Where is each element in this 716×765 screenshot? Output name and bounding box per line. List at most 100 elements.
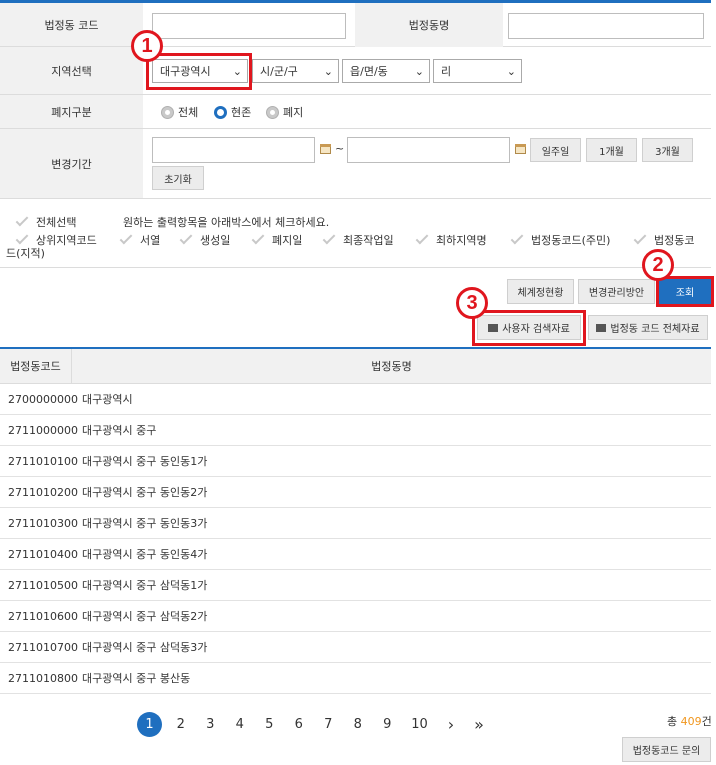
calendar-icon[interactable] bbox=[515, 144, 526, 154]
check-icon bbox=[15, 231, 29, 245]
one-week-button[interactable]: 일주일 bbox=[530, 138, 581, 162]
row-name: 대구광역시 중구 동인동1가 bbox=[82, 455, 208, 468]
page-button[interactable]: 3 bbox=[196, 717, 226, 732]
table-row[interactable]: 2700000000 대구광역시 bbox=[0, 384, 711, 415]
check-icon bbox=[179, 231, 193, 245]
region-label: 지역선택 bbox=[0, 47, 143, 94]
check-icon bbox=[15, 213, 29, 227]
radio-all[interactable]: 전체 bbox=[161, 104, 198, 120]
page-button[interactable]: 10 bbox=[402, 717, 437, 732]
last-page-icon[interactable]: » bbox=[465, 715, 493, 734]
table-row[interactable]: 2711010600 대구광역시 중구 삼덕동2가 bbox=[0, 601, 711, 632]
page-button-current[interactable]: 1 bbox=[137, 712, 162, 737]
checkbox-select-all[interactable]: 전체선택 bbox=[14, 213, 76, 230]
next-page-icon[interactable]: › bbox=[437, 715, 465, 734]
calendar-icon[interactable] bbox=[320, 144, 331, 154]
row-code: 2711000000 bbox=[8, 423, 78, 437]
row-code: 2700000000 bbox=[8, 392, 78, 406]
name-input[interactable] bbox=[508, 13, 704, 39]
table-row[interactable]: 2711010400 대구광역시 중구 동인동4가 bbox=[0, 539, 711, 570]
radio-abolished[interactable]: 폐지 bbox=[266, 104, 303, 120]
row-code: 2711010300 bbox=[8, 516, 78, 530]
region-row: 지역선택 대구광역시 ⌄ 시/군/구 ⌄ 읍/면/동 ⌄ 리 ⌄ bbox=[0, 47, 711, 95]
highlight-box-3 bbox=[472, 310, 586, 346]
table-row[interactable]: 2711010700 대구광역시 중구 삼덕동3가 bbox=[0, 632, 711, 663]
table-row[interactable]: 2711010800 대구광역시 중구 봉산동 bbox=[0, 663, 711, 694]
total-count: 총 409건 bbox=[667, 715, 712, 728]
column-wrap-text: 드(지적) bbox=[6, 247, 45, 260]
page-button[interactable]: 2 bbox=[166, 717, 196, 732]
row-name: 대구광역시 중구 삼덕동2가 bbox=[82, 610, 208, 623]
code-inquiry-button[interactable]: 법정동코드 문의 bbox=[622, 737, 711, 762]
checkbox-column[interactable]: 법정동코 bbox=[632, 231, 694, 248]
checkbox-column[interactable]: 생성일 bbox=[178, 231, 230, 248]
abolish-label: 폐지구분 bbox=[0, 95, 143, 128]
three-month-button[interactable]: 3개월 bbox=[642, 138, 693, 162]
check-icon bbox=[119, 231, 133, 245]
checkbox-column[interactable]: 폐지일 bbox=[250, 231, 302, 248]
checkbox-column[interactable]: 최종작업일 bbox=[321, 231, 394, 248]
start-date-input[interactable] bbox=[152, 137, 315, 163]
code-input[interactable] bbox=[152, 13, 346, 39]
chevron-down-icon: ⌄ bbox=[323, 65, 333, 78]
row-code: 2711010100 bbox=[8, 454, 78, 468]
table-row[interactable]: 2711000000 대구광역시 중구 bbox=[0, 415, 711, 446]
row-name: 대구광역시 중구 삼덕동3가 bbox=[82, 641, 208, 654]
sigungu-select[interactable]: 시/군/구 ⌄ bbox=[252, 59, 339, 83]
column-header-name: 법정동명 bbox=[371, 360, 412, 373]
highlight-box-2 bbox=[656, 276, 714, 307]
row-name: 대구광역시 bbox=[82, 393, 133, 406]
change-plan-button[interactable]: 변경관리방안 bbox=[578, 279, 655, 304]
radio-selected-icon bbox=[214, 105, 227, 119]
period-row: 변경기간 ~ 일주일 1개월 3개월 초기화 bbox=[0, 129, 711, 198]
radio-current[interactable]: 현존 bbox=[214, 104, 251, 120]
annotation-badge-1: 1 bbox=[131, 30, 163, 62]
table-row[interactable]: 2711010100 대구광역시 중구 동인동1가 bbox=[0, 446, 711, 477]
system-status-button[interactable]: 체계정현황 bbox=[507, 279, 574, 304]
table-body: 2700000000 대구광역시 2711000000 대구광역시 중구 27110… bbox=[0, 384, 711, 694]
check-icon bbox=[633, 231, 647, 245]
radio-icon bbox=[161, 105, 174, 119]
table-row[interactable]: 2711010500 대구광역시 중구 삼덕동1가 bbox=[0, 570, 711, 601]
check-icon bbox=[510, 231, 524, 245]
reset-button[interactable]: 초기화 bbox=[152, 166, 204, 190]
check-icon bbox=[415, 231, 429, 245]
checkbox-column[interactable]: 최하지역명 bbox=[414, 231, 487, 248]
page-button[interactable]: 5 bbox=[255, 717, 285, 732]
row-code: 2711010700 bbox=[8, 640, 78, 654]
column-hint: 원하는 출력항목을 아래박스에서 체크하세요. bbox=[123, 216, 330, 229]
annotation-badge-3: 3 bbox=[456, 287, 488, 319]
search-form: 법정동 코드 법정동명 지역선택 대구광역시 ⌄ 시/군/구 ⌄ 읍/면/동 ⌄ 리 ⌄… bbox=[0, 3, 711, 199]
row-code: 2711010500 bbox=[8, 578, 78, 592]
folder-icon bbox=[596, 323, 607, 332]
row-name: 대구광역시 중구 동인동2가 bbox=[82, 486, 208, 499]
page-button[interactable]: 9 bbox=[373, 717, 403, 732]
table-row[interactable]: 2711010200 대구광역시 중구 동인동2가 bbox=[0, 477, 711, 508]
chevron-down-icon: ⌄ bbox=[414, 65, 424, 78]
name-label: 법정동명 bbox=[355, 3, 503, 47]
page-button[interactable]: 8 bbox=[343, 717, 373, 732]
check-icon bbox=[322, 231, 336, 245]
page-button[interactable]: 7 bbox=[314, 717, 344, 732]
page-button[interactable]: 6 bbox=[284, 717, 314, 732]
table-row[interactable]: 2711010300 대구광역시 중구 동인동3가 bbox=[0, 508, 711, 539]
checkbox-column[interactable]: 법정동코드(주민) bbox=[509, 231, 610, 248]
all-code-data-button[interactable]: 법정동 코드 전체자료 bbox=[588, 315, 708, 340]
row-code: 2711010200 bbox=[8, 485, 78, 499]
row-name: 대구광역시 중구 동인동3가 bbox=[82, 517, 208, 530]
checkbox-column[interactable]: 서열 bbox=[118, 231, 160, 248]
highlight-box-1 bbox=[146, 53, 252, 90]
table-header: 법정동코드 법정동명 bbox=[0, 349, 711, 384]
pagination: 1 2 3 4 5 6 7 8 9 10 › » bbox=[137, 712, 493, 737]
divider bbox=[0, 267, 711, 268]
eupmyeondong-select[interactable]: 읍/면/동 ⌄ bbox=[342, 59, 430, 83]
row-code: 2711010800 bbox=[8, 671, 78, 685]
chevron-down-icon: ⌄ bbox=[506, 65, 516, 78]
row-name: 대구광역시 중구 동인동4가 bbox=[82, 548, 208, 561]
one-month-button[interactable]: 1개월 bbox=[586, 138, 637, 162]
end-date-input[interactable] bbox=[347, 137, 510, 163]
column-header-code: 법정동코드 bbox=[0, 349, 72, 383]
ri-select[interactable]: 리 ⌄ bbox=[433, 59, 522, 83]
page-button[interactable]: 4 bbox=[225, 717, 255, 732]
period-separator: ~ bbox=[335, 142, 345, 155]
